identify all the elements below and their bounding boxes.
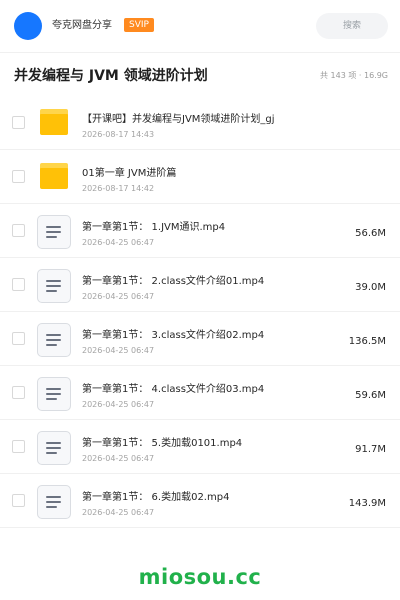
file-row[interactable]: 01第一章 JVM进阶篇 2026-08-17 14:42 [0,150,400,204]
share-username: 夸克网盘分享 [52,20,112,31]
file-name[interactable]: 01第一章 JVM进阶篇 [82,167,176,181]
file-name[interactable]: 第一章第1节： 4.class文件介绍03.mp4 [82,383,264,397]
file-name[interactable]: 【开课吧】并发编程与JVM领域进阶计划_gj [82,113,275,127]
file-row[interactable]: 第一章第1节： 5.类加载0101.mp4 2026-04-25 06:47 91.… [0,420,400,474]
file-row[interactable]: 【开课吧】并发编程与JVM领域进阶计划_gj 2026-08-17 14:43 [0,96,400,150]
file-row[interactable]: 第一章第1节： 6.类加载02.mp4 2026-04-25 06:47 143.9… [0,474,400,528]
select-checkbox[interactable] [12,224,25,237]
select-checkbox[interactable] [12,494,25,507]
file-size: 56.6M [355,228,386,239]
select-checkbox[interactable] [12,278,25,291]
title-row: 并发编程与 JVM 领域进阶计划 共 143 项 · 16.9G [0,53,400,99]
folder-icon [40,109,68,135]
page-title: 并发编程与 JVM 领域进阶计划 [14,68,208,84]
avatar[interactable] [14,12,42,40]
select-checkbox[interactable] [12,386,25,399]
svip-badge: SVIP [124,18,154,32]
file-row[interactable]: 第一章第1节： 3.class文件介绍02.mp4 2026-04-25 06:4… [0,312,400,366]
file-name[interactable]: 第一章第1节： 5.类加载0101.mp4 [82,437,242,451]
select-checkbox[interactable] [12,116,25,129]
file-size: 143.9M [348,498,386,509]
document-icon [37,323,71,357]
file-row[interactable]: 第一章第1节： 1.JVM通识.mp4 2026-04-25 06:47 56.6M [0,204,400,258]
file-list: 【开课吧】并发编程与JVM领域进阶计划_gj 2026-08-17 14:43 01… [0,96,400,528]
file-date: 2026-04-25 06:47 [82,400,155,409]
file-date: 2026-04-25 06:47 [82,508,155,517]
select-checkbox[interactable] [12,440,25,453]
search-input[interactable]: 搜索 [316,13,388,39]
select-checkbox[interactable] [12,170,25,183]
file-size: 59.6M [355,390,386,401]
file-date: 2026-04-25 06:47 [82,292,155,301]
file-date: 2026-08-17 14:43 [82,130,155,139]
item-count-size: 共 143 项 · 16.9G [320,71,388,80]
file-name[interactable]: 第一章第1节： 2.class文件介绍01.mp4 [82,275,264,289]
file-row[interactable]: 第一章第1节： 2.class文件介绍01.mp4 2026-04-25 06:4… [0,258,400,312]
file-size: 136.5M [348,336,386,347]
watermark: miosou.cc [138,565,262,589]
document-icon [37,485,71,519]
document-icon [37,215,71,249]
header-bar: 夸克网盘分享 SVIP 搜索 [0,0,400,52]
select-checkbox[interactable] [12,332,25,345]
file-name[interactable]: 第一章第1节： 3.class文件介绍02.mp4 [82,329,264,343]
file-row[interactable]: 第一章第1节： 4.class文件介绍03.mp4 2026-04-25 06:4… [0,366,400,420]
file-date: 2026-04-25 06:47 [82,454,155,463]
file-name[interactable]: 第一章第1节： 1.JVM通识.mp4 [82,221,225,235]
file-size: 39.0M [355,282,386,293]
file-size: 91.7M [355,444,386,455]
folder-icon [40,163,68,189]
document-icon [37,431,71,465]
file-date: 2026-04-25 06:47 [82,238,155,247]
file-date: 2026-04-25 06:47 [82,346,155,355]
document-icon [37,377,71,411]
document-icon [37,269,71,303]
file-date: 2026-08-17 14:42 [82,184,155,193]
file-name[interactable]: 第一章第1节： 6.类加载02.mp4 [82,491,229,505]
